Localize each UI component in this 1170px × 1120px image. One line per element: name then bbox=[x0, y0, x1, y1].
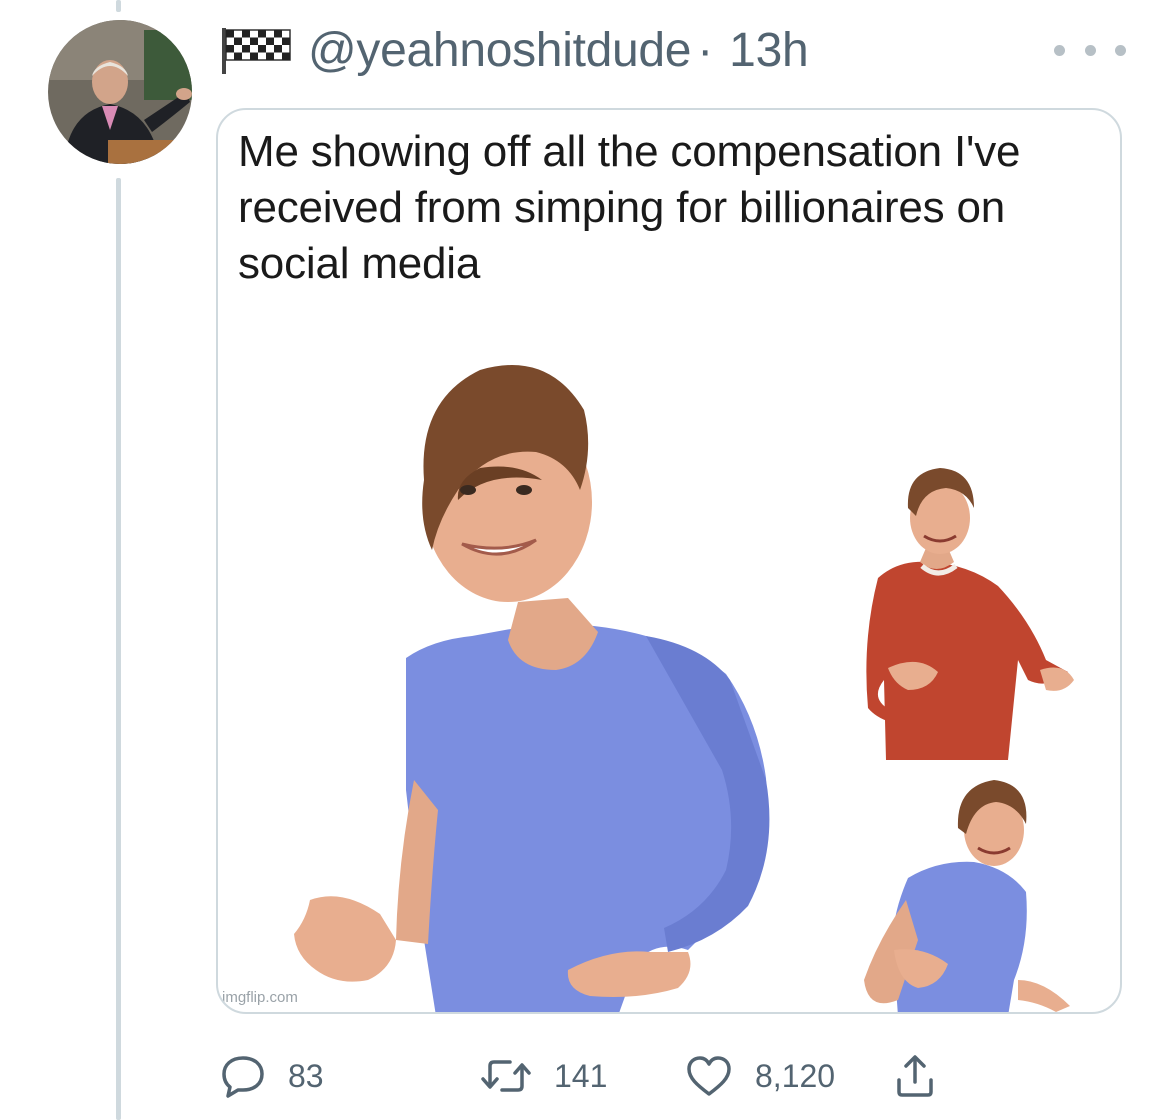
reply-count: 83 bbox=[288, 1057, 324, 1094]
small-blue-figure-illustration bbox=[864, 780, 1070, 1012]
like-button[interactable]: 8,120 bbox=[685, 1054, 895, 1098]
large-figure-illustration bbox=[294, 365, 770, 1012]
more-dot bbox=[1054, 44, 1065, 56]
avatar[interactable] bbox=[48, 20, 192, 164]
retweet-button[interactable]: 141 bbox=[480, 1056, 685, 1096]
share-button[interactable] bbox=[895, 1054, 935, 1098]
thread-line-top bbox=[116, 0, 121, 12]
retweet-count: 141 bbox=[554, 1057, 608, 1094]
more-dot bbox=[1084, 44, 1096, 56]
thread-line bbox=[116, 178, 121, 1120]
user-handle[interactable]: @yeahnoshitdude bbox=[308, 23, 691, 78]
imgflip-watermark: imgflip.com bbox=[222, 989, 298, 1006]
checkered-flag-icon bbox=[222, 28, 291, 74]
share-icon bbox=[897, 1055, 933, 1097]
reply-icon bbox=[222, 1056, 264, 1098]
tweet-timestamp[interactable]: 13h bbox=[729, 23, 808, 78]
tweet-actions: 83 141 8,120 bbox=[220, 1046, 935, 1106]
tweet-header: @yeahnoshitdude · 13h bbox=[220, 22, 809, 78]
media-card[interactable]: Me showing off all the compensation I've… bbox=[216, 108, 1122, 1014]
meme-caption: Me showing off all the compensation I've… bbox=[238, 127, 1021, 288]
more-horizontal-icon[interactable] bbox=[1054, 40, 1126, 60]
retweet-icon bbox=[481, 1060, 531, 1092]
reply-button[interactable]: 83 bbox=[220, 1054, 480, 1098]
separator-dot: · bbox=[697, 23, 714, 77]
like-icon bbox=[687, 1056, 731, 1096]
avatar-image bbox=[48, 20, 192, 164]
meme-image bbox=[294, 365, 1074, 1012]
red-sweater-figure-illustration bbox=[866, 468, 1074, 760]
more-dot bbox=[1115, 44, 1126, 56]
like-count: 8,120 bbox=[755, 1057, 836, 1094]
